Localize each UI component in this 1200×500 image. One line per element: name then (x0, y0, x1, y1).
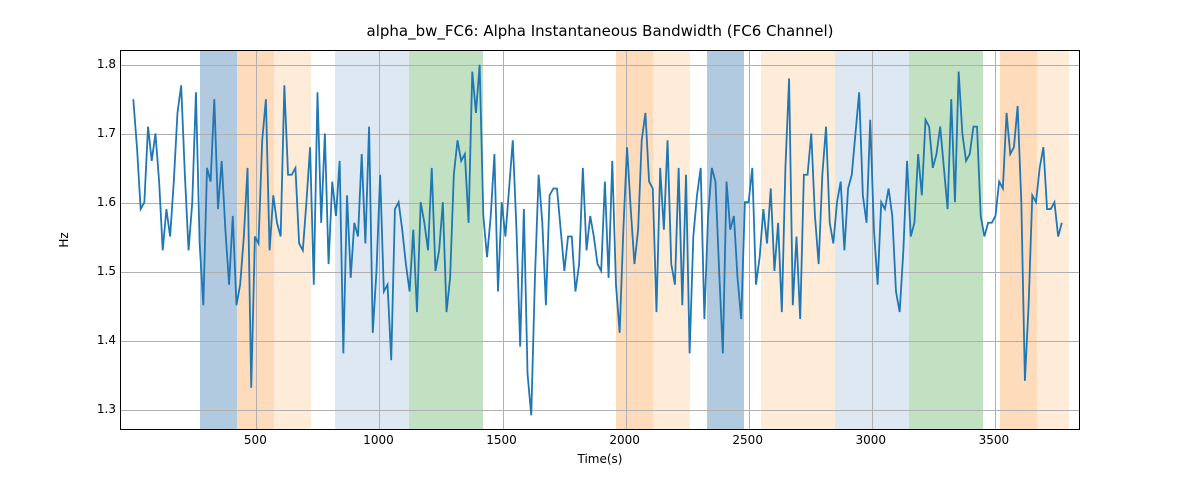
x-axis-label: Time(s) (0, 452, 1200, 466)
chart-title: alpha_bw_FC6: Alpha Instantaneous Bandwi… (0, 22, 1200, 40)
y-tick-label: 1.8 (92, 57, 116, 71)
x-tick-label: 1000 (363, 433, 394, 447)
x-tick-label: 2500 (732, 433, 763, 447)
figure: alpha_bw_FC6: Alpha Instantaneous Bandwi… (0, 0, 1200, 500)
y-tick-label: 1.4 (92, 333, 116, 347)
y-tick-label: 1.5 (92, 264, 116, 278)
axes (120, 50, 1080, 430)
y-tick-label: 1.3 (92, 402, 116, 416)
x-tick-label: 500 (244, 433, 267, 447)
x-tick-label: 2000 (609, 433, 640, 447)
x-tick-label: 3000 (855, 433, 886, 447)
y-tick-label: 1.7 (92, 126, 116, 140)
x-tick-label: 1500 (486, 433, 517, 447)
line-series (121, 51, 1079, 429)
y-axis-label: Hz (57, 232, 71, 247)
x-tick-label: 3500 (979, 433, 1010, 447)
y-tick-label: 1.6 (92, 195, 116, 209)
